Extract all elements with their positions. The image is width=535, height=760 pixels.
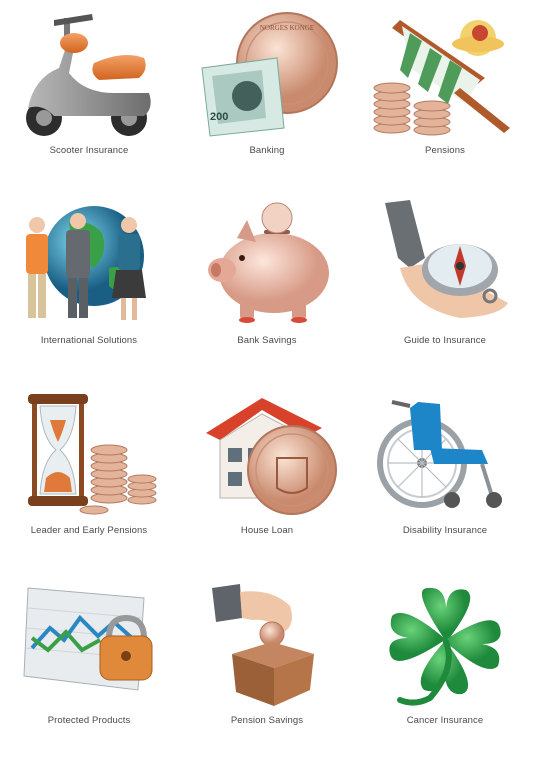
tile-guide-to-insurance[interactable]: Guide to Insurance [356, 190, 534, 380]
banknote-coin-icon: NORGES KONGE 200 [201, 12, 338, 137]
tile-label: Cancer Insurance [406, 715, 484, 726]
tile-pensions[interactable]: Pensions [356, 0, 534, 190]
tile-label: Leader and Early Pensions [30, 525, 148, 536]
beach-chair-coins-icon [373, 20, 510, 136]
tile-label: International Solutions [40, 335, 138, 346]
hourglass-coins-icon [28, 394, 157, 515]
tile-pension-savings[interactable]: Pension Savings [178, 570, 356, 760]
tile-protected-products[interactable]: Protected Products [0, 570, 178, 760]
globe-people-icon [26, 206, 146, 320]
hand-compass-icon [385, 200, 508, 318]
tile-banking[interactable]: NORGES KONGE 200 Banking [178, 0, 356, 190]
tile-bank-savings[interactable]: Bank Savings [178, 190, 356, 380]
tile-label: Disability Insurance [402, 525, 488, 536]
tile-label: Guide to Insurance [403, 335, 487, 346]
tile-label: Scooter Insurance [49, 145, 129, 156]
tile-cancer-insurance[interactable]: Cancer Insurance [356, 570, 534, 760]
tile-international-solutions[interactable]: International Solutions [0, 190, 178, 380]
chart-padlock-icon [23, 587, 153, 691]
tile-house-loan[interactable]: House Loan [178, 380, 356, 570]
tile-label: Banking [249, 145, 285, 156]
tile-label: House Loan [240, 525, 294, 536]
tile-disability-insurance[interactable]: Disability Insurance [356, 380, 534, 570]
scooter-icon [26, 14, 151, 136]
tile-label: Pension Savings [230, 715, 304, 726]
piggy-bank-icon [208, 202, 329, 323]
tile-scooter-insurance[interactable]: Scooter Insurance [0, 0, 178, 190]
house-coin-icon [206, 398, 337, 515]
tile-label: Protected Products [47, 715, 131, 726]
tile-label: Bank Savings [237, 335, 297, 346]
svg-text:200: 200 [210, 111, 228, 123]
wheelchair-icon [377, 400, 502, 508]
icon-grid: Scooter Insurance NORGES KONGE 200 Banki… [0, 0, 535, 760]
hand-coin-box-icon [212, 584, 314, 706]
tile-leader-and-early-pensions[interactable]: Leader and Early Pensions [0, 380, 178, 570]
tile-label: Pensions [425, 145, 465, 156]
svg-text:NORGES KONGE: NORGES KONGE [260, 24, 314, 32]
four-leaf-clover-icon [389, 587, 501, 706]
